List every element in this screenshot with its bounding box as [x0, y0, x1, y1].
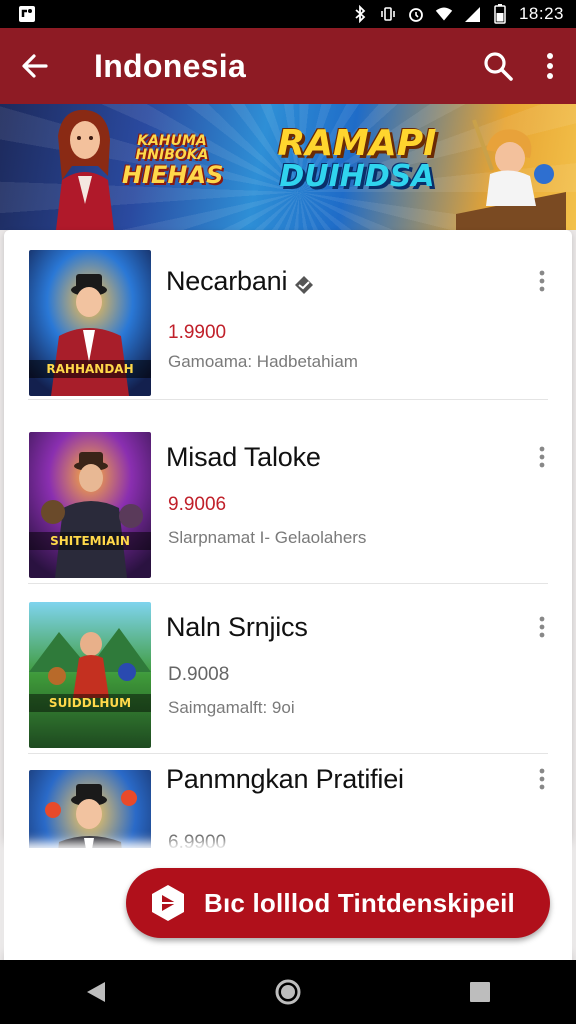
search-icon: [484, 52, 513, 81]
banner-title: RAMAPI DUIHDSA: [266, 126, 448, 192]
app-title: Panmngkan Pratifiei: [166, 764, 404, 794]
item-more-button[interactable]: [532, 764, 552, 794]
back-button[interactable]: [0, 28, 70, 104]
app-subtitle: Saimgamalft: 9oi: [168, 698, 295, 717]
app-notification-icon: [18, 5, 36, 23]
banner-logo-line: HIEHAS: [122, 160, 224, 189]
app-subtitle: Gamoama: Hadbetahiam: [168, 352, 358, 371]
signal-icon: [463, 5, 481, 23]
banner-heroine-illustration: [56, 109, 114, 230]
alarm-icon: [407, 5, 425, 23]
download-button[interactable]: Bıc lolllod Tintdenskipeil: [126, 868, 550, 938]
app-title: Misad Taloke: [166, 442, 321, 472]
promo-banner[interactable]: KAHUMA HNIBOKA HIEHAS RAMAPI DUIHDSA: [0, 104, 576, 230]
more-vert-icon: [539, 446, 545, 468]
app-thumbnail: RAHHANDAH: [29, 250, 151, 396]
item-more-button[interactable]: [532, 266, 552, 296]
app-bar: Indonesia: [0, 28, 576, 104]
app-price: D.9008: [168, 664, 230, 685]
app-price: 1.9900: [168, 322, 227, 343]
search-button[interactable]: [472, 28, 524, 104]
system-nav-bar: [0, 960, 576, 1024]
list-item[interactable]: SHITEMIAIN Misad Taloke 9.9006 Slarpnama…: [4, 414, 572, 584]
banner-title-line2: DUIHDSA: [279, 159, 435, 194]
more-vert-icon: [539, 768, 545, 790]
home-circle-icon: [275, 979, 301, 1005]
app-price: 9.9006: [168, 494, 227, 515]
thumbnail-caption: SHITEMIAIN: [50, 534, 130, 548]
app-title-text: Necarbani: [166, 266, 288, 296]
list-item[interactable]: SUIDDLHUM Naln Srnjics D.9008 Saimgamalf…: [4, 584, 572, 754]
screen: 18:23 Indonesia KAHUMA HNIBOKA HIEHAS RA…: [0, 0, 576, 1024]
app-thumbnail: SHITEMIAIN: [29, 432, 151, 578]
bluetooth-icon: [351, 5, 369, 23]
back-triangle-icon: [87, 982, 105, 1002]
recents-square-icon: [470, 982, 490, 1002]
divider: [28, 399, 548, 400]
app-title: Necarbani: [166, 266, 315, 297]
item-more-button[interactable]: [532, 442, 552, 472]
overflow-menu-button[interactable]: [524, 28, 576, 104]
banner-hero-illustration: [456, 119, 566, 230]
status-time: 18:23: [518, 4, 564, 23]
thumbnail-caption: RAHHANDAH: [46, 362, 134, 376]
banner-title-line1: RAMAPI: [277, 123, 437, 164]
more-vert-icon: [539, 616, 545, 638]
more-vert-icon: [547, 53, 553, 79]
battery-icon: [491, 4, 509, 24]
app-title: Naln Srnjics: [166, 612, 308, 642]
play-store-icon: [148, 883, 188, 923]
nav-back-button[interactable]: [66, 962, 126, 1022]
verified-badge-icon: [293, 272, 315, 294]
item-more-button[interactable]: [532, 612, 552, 642]
app-thumbnail: SUIDDLHUM: [29, 602, 151, 748]
status-bar: 18:23: [0, 0, 576, 28]
page-title: Indonesia: [94, 47, 247, 84]
app-subtitle: Slarpnamat I- Gelaolahers: [168, 528, 367, 547]
list-item[interactable]: RAHHANDAH Necarbani 1.9900 Gamoama: Hadb…: [4, 230, 572, 400]
vibrate-icon: [379, 5, 397, 23]
arrow-left-icon: [22, 54, 48, 78]
nav-recents-button[interactable]: [450, 962, 510, 1022]
nav-home-button[interactable]: [258, 962, 318, 1022]
banner-logo-line: KAHUMA: [137, 133, 207, 149]
download-button-label: Bıc lolllod Tintdenskipeil: [204, 887, 515, 918]
banner-left-logo: KAHUMA HNIBOKA HIEHAS: [122, 133, 224, 189]
thumbnail-caption: SUIDDLHUM: [48, 696, 132, 710]
more-vert-icon: [539, 270, 545, 292]
wifi-icon: [435, 5, 453, 23]
